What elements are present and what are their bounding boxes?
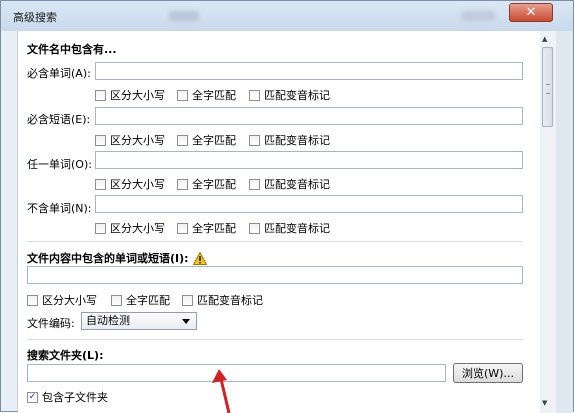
dropdown-arrow-icon [182, 319, 190, 324]
checkbox-box[interactable] [177, 222, 188, 234]
checkbox-box[interactable] [249, 222, 260, 234]
must-contain-phrase-whole-checkbox[interactable]: 全字匹配 [177, 132, 236, 148]
advanced-search-window: 高级搜索 ✕ ▲ ▼ 文件名中包含有... 必含单词(A): 区分大小写 全字匹… [0, 0, 574, 413]
blurred-title-text [461, 11, 495, 21]
checkbox-label: 匹配变音标记 [197, 294, 263, 307]
checkbox-label: 全字匹配 [192, 178, 236, 191]
must-contain-words-input[interactable] [95, 62, 523, 80]
scroll-down-arrow-icon[interactable]: ▼ [542, 399, 547, 407]
must-contain-phrase-accent-checkbox[interactable]: 匹配变音标记 [249, 132, 330, 148]
file-encoding-select[interactable]: 自动检测 [81, 312, 197, 330]
checkbox-box[interactable] [27, 294, 38, 306]
section-divider [27, 339, 523, 340]
checkbox-box[interactable] [95, 134, 106, 146]
checkbox-label: 匹配变音标记 [264, 178, 330, 191]
must-contain-words-label: 必含单词(A): [27, 67, 91, 80]
content-search-input[interactable] [27, 266, 523, 284]
content-section-heading-text: 文件内容中包含的单词或短语(I): [27, 252, 189, 265]
annotation-arrow-icon [212, 369, 231, 413]
checkbox-box[interactable] [95, 89, 106, 101]
content-section-heading: 文件内容中包含的单词或短语(I): [27, 250, 207, 266]
exclude-words-input[interactable] [95, 195, 523, 213]
checkbox-box[interactable] [177, 134, 188, 146]
checkbox-label: 全字匹配 [126, 294, 170, 307]
checkbox-box[interactable] [95, 178, 106, 190]
scroll-up-arrow-icon[interactable]: ▲ [542, 35, 547, 43]
checkbox-box[interactable] [177, 178, 188, 190]
filename-section-heading: 文件名中包含有... [27, 43, 117, 56]
content-accent-checkbox[interactable]: 匹配变音标记 [182, 292, 263, 308]
checkbox-label: 全字匹配 [192, 89, 236, 102]
checkbox-box[interactable] [182, 294, 193, 306]
any-word-input[interactable] [95, 151, 523, 169]
any-word-case-checkbox[interactable]: 区分大小写 [95, 176, 165, 192]
any-word-accent-checkbox[interactable]: 匹配变音标记 [249, 176, 330, 192]
checkbox-label: 区分大小写 [110, 89, 165, 102]
file-encoding-label: 文件编码: [27, 317, 75, 330]
exclude-words-whole-checkbox[interactable]: 全字匹配 [177, 220, 236, 236]
must-contain-words-case-checkbox[interactable]: 区分大小写 [95, 87, 165, 103]
checkbox-box[interactable] [249, 89, 260, 101]
checkbox-box[interactable] [111, 294, 122, 306]
vertical-scrollbar[interactable]: ▲ ▼ [539, 31, 556, 413]
content-case-checkbox[interactable]: 区分大小写 [27, 292, 97, 308]
checkbox-box[interactable]: ✓ [27, 391, 38, 403]
warning-icon [192, 251, 207, 265]
checkbox-box[interactable] [249, 178, 260, 190]
checkbox-label: 区分大小写 [42, 294, 97, 307]
blurred-title-text [169, 11, 199, 21]
must-contain-words-accent-checkbox[interactable]: 匹配变音标记 [249, 87, 330, 103]
checkbox-label: 区分大小写 [110, 222, 165, 235]
must-contain-words-whole-checkbox[interactable]: 全字匹配 [177, 87, 236, 103]
checkbox-label: 匹配变音标记 [264, 89, 330, 102]
close-icon: ✕ [525, 5, 537, 20]
any-word-label: 任一单词(O): [27, 158, 92, 171]
must-contain-phrase-case-checkbox[interactable]: 区分大小写 [95, 132, 165, 148]
file-encoding-value: 自动检测 [86, 314, 130, 327]
must-contain-phrase-input[interactable] [95, 107, 523, 125]
title-bar[interactable]: 高级搜索 ✕ [1, 1, 573, 31]
must-contain-phrase-label: 必含短语(E): [27, 113, 91, 126]
close-button[interactable]: ✕ [509, 3, 553, 22]
checkbox-label: 全字匹配 [192, 134, 236, 147]
any-word-whole-checkbox[interactable]: 全字匹配 [177, 176, 236, 192]
browse-button[interactable]: 浏览(W)... [453, 363, 523, 383]
exclude-words-accent-checkbox[interactable]: 匹配变音标记 [249, 220, 330, 236]
scrollbar-thumb[interactable] [542, 47, 553, 127]
search-folder-heading: 搜索文件夹(L): [27, 349, 104, 362]
section-divider [27, 241, 523, 242]
checkbox-label: 匹配变音标记 [264, 222, 330, 235]
checkbox-label: 匹配变音标记 [264, 134, 330, 147]
checkbox-box[interactable] [249, 134, 260, 146]
browse-button-label: 浏览(W)... [462, 367, 514, 380]
checkbox-box[interactable] [177, 89, 188, 101]
checkbox-label: 全字匹配 [192, 222, 236, 235]
checkbox-label: 区分大小写 [110, 134, 165, 147]
content-whole-checkbox[interactable]: 全字匹配 [111, 292, 170, 308]
checkbox-label: 区分大小写 [110, 178, 165, 191]
checkbox-label: 包含子文件夹 [42, 391, 108, 404]
include-subfolders-checkbox[interactable]: ✓ 包含子文件夹 [27, 389, 108, 405]
exclude-words-label: 不含单词(N): [27, 202, 92, 215]
window-frame-edge [555, 31, 573, 413]
checkbox-box[interactable] [95, 222, 106, 234]
scrollbar-grip-icon [546, 84, 550, 94]
exclude-words-case-checkbox[interactable]: 区分大小写 [95, 220, 165, 236]
window-title: 高级搜索 [13, 11, 57, 24]
